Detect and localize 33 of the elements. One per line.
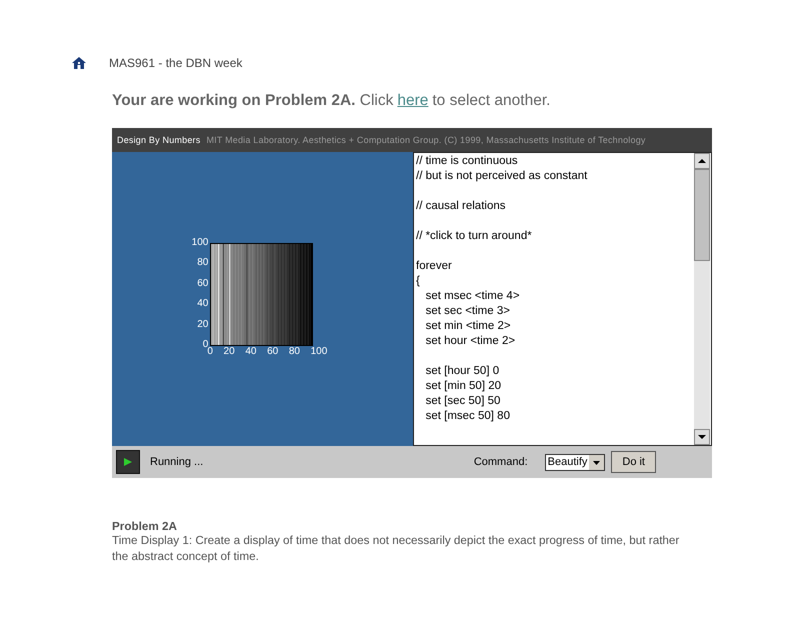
y-tick-label: 20 bbox=[197, 318, 208, 331]
play-button[interactable] bbox=[116, 450, 140, 474]
x-tick-label: 20 bbox=[224, 346, 235, 358]
scroll-down-button[interactable] bbox=[694, 429, 710, 445]
home-icon[interactable] bbox=[71, 56, 87, 70]
x-tick-label: 40 bbox=[245, 346, 256, 358]
applet-credit: MIT Media Laboratory. Aesthetics + Computation Group. (C) 1999, Massachusetts Institute of Technology bbox=[206, 135, 646, 145]
code-editor[interactable] bbox=[413, 152, 712, 446]
y-tick-label: 60 bbox=[197, 278, 208, 290]
do-it-button[interactable]: Do it bbox=[611, 451, 656, 473]
status-text: Running ... bbox=[150, 456, 204, 468]
y-tick-label: 0 bbox=[202, 339, 208, 350]
problem-description: Time Display 1: Create a display of time that does not necessarily depict the exact progress of time, but rather the abstract concept of time. bbox=[112, 533, 680, 565]
x-tick-label: 60 bbox=[267, 346, 278, 358]
play-icon bbox=[124, 458, 132, 466]
problem-heading: Your are working on Problem 2A. Click bbox=[112, 92, 394, 110]
command-dropdown[interactable]: Beautify bbox=[544, 454, 606, 470]
y-tick-label: 80 bbox=[197, 257, 208, 270]
x-tick-label: 0 bbox=[207, 346, 213, 358]
y-tick-label: 100 bbox=[192, 236, 208, 248]
scroll-up-button[interactable] bbox=[694, 153, 710, 169]
heading-suffix: to select another. bbox=[432, 92, 550, 110]
code-text: // time is continuous // but is not perceived as constant // causal relations // *click to turn around* forever { set msec <time 4> set sec <time 3> set min <time 2> set hour <time 2> set [hour 50] 0 set [min 50] 20 set [sec 50] 50 set [msec 50] 80 bbox=[415, 154, 588, 424]
applet-title: Design By Numbers bbox=[117, 135, 200, 145]
y-tick-label: 40 bbox=[197, 298, 208, 310]
scroll-thumb[interactable] bbox=[694, 169, 710, 261]
x-tick-label: 80 bbox=[288, 346, 300, 358]
scrollbar[interactable] bbox=[694, 153, 710, 445]
x-tick-label: 100 bbox=[310, 346, 328, 358]
command-label: Command: bbox=[474, 456, 528, 468]
here-link[interactable]: here bbox=[397, 92, 428, 110]
course-title: MAS961 - the DBN week bbox=[109, 56, 242, 70]
problem-title: Problem 2A bbox=[112, 520, 178, 533]
